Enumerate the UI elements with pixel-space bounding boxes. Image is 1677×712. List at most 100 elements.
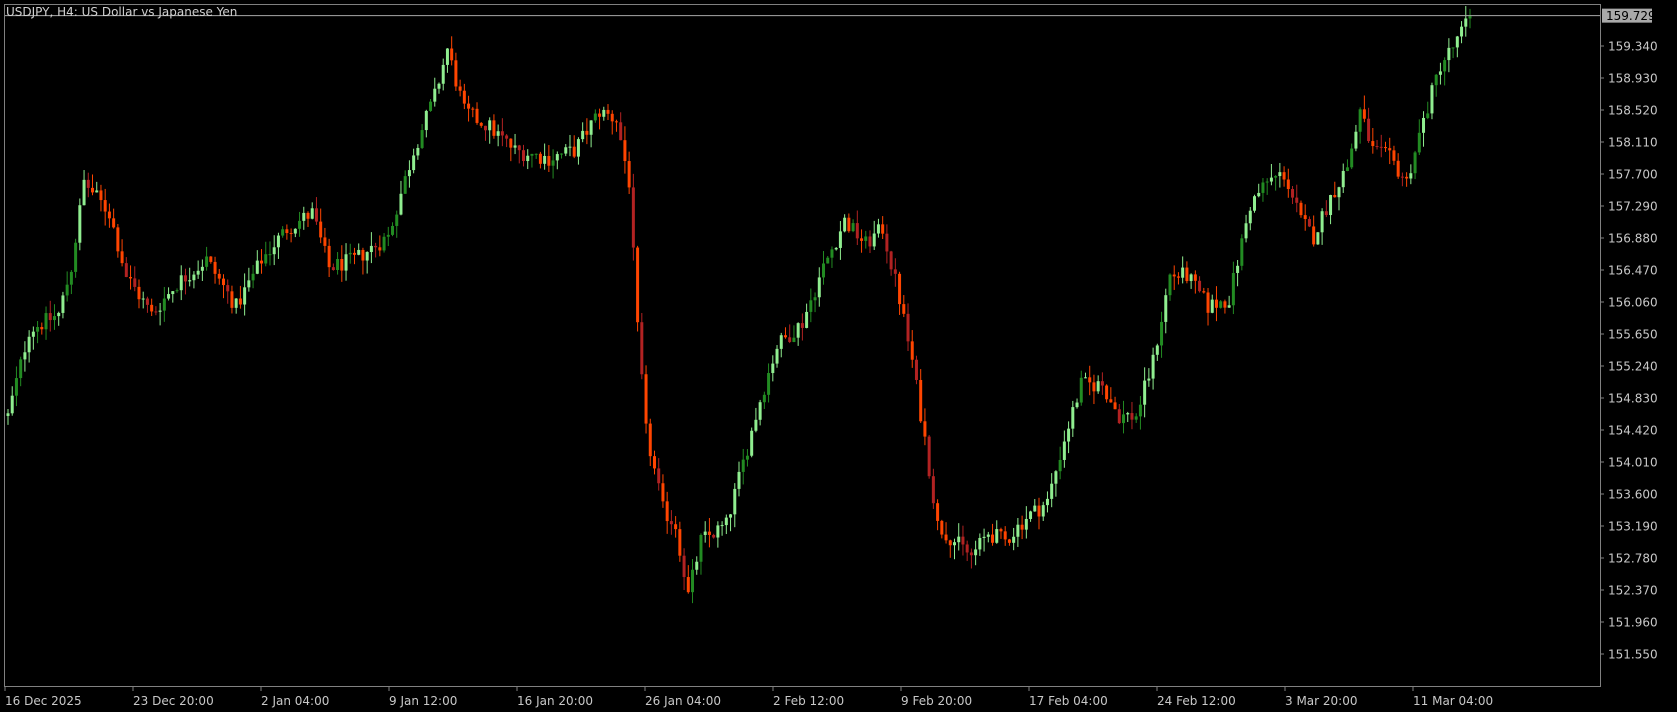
- candle: [750, 427, 754, 458]
- candle-body: [631, 187, 635, 248]
- candle-body: [1464, 18, 1468, 27]
- candle-body: [150, 304, 154, 312]
- x-tick-label: 11 Mar 04:00: [1413, 694, 1493, 708]
- candle-body: [369, 245, 373, 253]
- candle-body: [729, 514, 733, 518]
- x-tick-label: 16 Dec 2025: [5, 694, 82, 708]
- candle-body: [429, 101, 433, 111]
- candle-body: [348, 252, 352, 255]
- candle-body: [1299, 202, 1303, 216]
- candle-body: [636, 247, 640, 323]
- y-tick-label: 154.420: [1608, 424, 1658, 438]
- candle-body: [306, 212, 310, 219]
- candle-body: [433, 88, 437, 102]
- candle-body: [674, 524, 678, 530]
- candle-body: [1130, 413, 1134, 420]
- candle-body: [213, 261, 217, 274]
- candle-body: [838, 231, 842, 248]
- candle-body: [906, 313, 910, 342]
- candle-body: [1160, 321, 1164, 346]
- candle-body: [1020, 524, 1024, 530]
- candle-body: [103, 200, 107, 212]
- candle-body: [919, 379, 923, 422]
- candle-body: [1012, 536, 1016, 543]
- candle-body: [234, 298, 238, 308]
- candle-body: [1354, 131, 1358, 149]
- candle-body: [652, 456, 656, 469]
- candle-body: [467, 103, 471, 109]
- candle-body: [374, 245, 378, 248]
- candle-body: [302, 212, 306, 221]
- candle-body: [817, 277, 821, 298]
- candle-body: [247, 280, 251, 288]
- candle-body: [352, 252, 356, 255]
- candle-body: [1100, 381, 1104, 386]
- candle-body: [183, 275, 187, 282]
- candle-body: [522, 150, 526, 162]
- candle-body: [1451, 47, 1455, 49]
- candle-body: [188, 280, 192, 282]
- candle-body: [999, 529, 1003, 532]
- x-tick-label: 16 Jan 20:00: [517, 694, 593, 708]
- candle-body: [1003, 531, 1007, 540]
- candle-body: [268, 254, 272, 256]
- candle-body: [657, 468, 661, 484]
- candle-body: [285, 229, 289, 234]
- candle-body: [57, 312, 61, 317]
- candle-body: [496, 131, 500, 136]
- candle-body: [1117, 409, 1121, 424]
- candle-body: [1430, 85, 1434, 114]
- candle-body: [750, 430, 754, 456]
- candle-body: [196, 270, 200, 275]
- candle-body: [1426, 113, 1430, 118]
- candle-body: [952, 542, 956, 546]
- candle-body: [910, 341, 914, 360]
- candle-body: [1240, 238, 1244, 266]
- candle-body: [1126, 413, 1130, 415]
- candle-body: [1312, 226, 1316, 245]
- candle-body: [272, 247, 276, 255]
- x-tick-label: 26 Jan 04:00: [645, 694, 721, 708]
- candle-body: [775, 348, 779, 364]
- candle-body: [1176, 276, 1180, 278]
- candle-body: [923, 421, 927, 437]
- candle: [78, 198, 82, 251]
- candle-body: [1138, 404, 1142, 417]
- y-tick-label: 156.060: [1608, 296, 1658, 310]
- candle-body: [610, 113, 614, 122]
- candle-body: [1278, 172, 1282, 177]
- candle-body: [640, 322, 644, 375]
- candle-body: [526, 155, 530, 162]
- candle-body: [1210, 299, 1214, 313]
- candle-body: [458, 86, 462, 91]
- candle-body: [1058, 459, 1062, 472]
- chart-container: 159.729 159.340 158.930 158.520 158.110 157.…: [0, 0, 1677, 712]
- candle-body: [91, 187, 95, 193]
- candle-body: [834, 247, 838, 250]
- candle-body: [872, 233, 876, 247]
- candle-body: [416, 147, 420, 156]
- candle-body: [851, 223, 855, 232]
- candle-body: [1367, 118, 1371, 142]
- candle-body: [1333, 195, 1337, 198]
- candle-body: [391, 225, 395, 235]
- candle-body: [1227, 305, 1231, 308]
- y-tick-label: 159.340: [1608, 40, 1658, 54]
- candle-body: [733, 488, 737, 515]
- x-tick-label: 17 Feb 04:00: [1029, 694, 1108, 708]
- candle-body: [1282, 172, 1286, 180]
- candle-body: [627, 161, 631, 188]
- candle-body: [217, 273, 221, 279]
- candle-body: [699, 534, 703, 562]
- candle-body: [948, 540, 952, 546]
- candle-body: [1223, 301, 1227, 308]
- candle-body: [1092, 382, 1096, 392]
- candle-body: [192, 274, 196, 281]
- candle-body: [1413, 152, 1417, 174]
- candle-body: [691, 569, 695, 593]
- candle-body: [902, 304, 906, 314]
- candle-body: [957, 536, 961, 543]
- candle-body: [1379, 146, 1383, 148]
- y-tick-label: 152.780: [1608, 552, 1658, 566]
- candle-body: [1248, 210, 1252, 224]
